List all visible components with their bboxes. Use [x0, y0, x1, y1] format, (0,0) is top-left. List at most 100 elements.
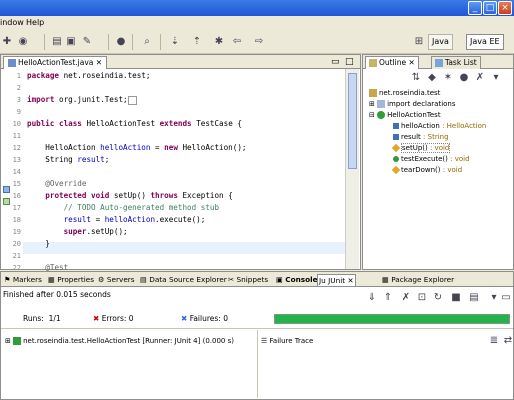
- tab-outline[interactable]: Outline ✕: [365, 56, 419, 69]
- tab-markers[interactable]: ⚑ Markers: [3, 274, 43, 286]
- protected-method-icon: [391, 143, 401, 153]
- errors-label: Errors:: [101, 314, 127, 323]
- tab-task-list[interactable]: Task List: [431, 56, 481, 69]
- line-number: 20: [12, 240, 21, 248]
- code-line-10: public class HelloActionTest extends Tes…: [27, 119, 242, 128]
- outline-item-label: tearDown(): [401, 166, 441, 174]
- tab-data-source-explorer[interactable]: ▤ Data Source Explorer: [139, 274, 228, 286]
- outline-item-package[interactable]: net.roseindia.test: [369, 88, 440, 98]
- error-icon: ✖: [93, 314, 100, 323]
- open-perspective-icon[interactable]: ⊞: [412, 35, 426, 49]
- outline-item-field[interactable]: result : String: [393, 132, 449, 142]
- show-failures-only-icon[interactable]: ✗: [399, 291, 413, 305]
- tab-junit[interactable]: Ju JUnit ✕: [317, 274, 356, 286]
- editor-scroll-thumb[interactable]: [348, 73, 357, 169]
- tab-dse-label: Data Source Explorer: [149, 275, 227, 284]
- code-line-20: }: [27, 239, 50, 248]
- window-title-bar: _ □ ×: [0, 0, 514, 16]
- compare-result-icon[interactable]: ⇄: [501, 334, 514, 348]
- pen-icon[interactable]: ✎: [80, 35, 94, 49]
- outline-item-field[interactable]: helloAction : HelloAction: [393, 121, 486, 131]
- outline-item-method[interactable]: tearDown() : void: [391, 165, 463, 175]
- editor-tab-hellaactiontest[interactable]: HelloActionTest.java ✕: [3, 56, 108, 69]
- menu-window[interactable]: indow: [0, 17, 24, 29]
- outline-item-type: : void: [442, 166, 463, 174]
- tab-package-explorer-label: Package Explorer: [391, 275, 455, 284]
- next-failure-icon[interactable]: ⇓: [365, 291, 379, 305]
- line-number: 2: [16, 84, 21, 92]
- globe-icon[interactable]: ●: [114, 35, 128, 49]
- code-line-12: HelloAction helloAction = new HelloActio…: [27, 143, 247, 152]
- forward-icon[interactable]: ⇨: [252, 35, 266, 49]
- line-number: 1: [16, 72, 21, 80]
- tab-package-explorer[interactable]: ▦ Package Explorer: [381, 274, 455, 286]
- view-menu-icon[interactable]: ▾: [489, 71, 503, 85]
- failure-trace-icon: ☰: [261, 337, 268, 345]
- run-menu-icon[interactable]: ◉: [16, 35, 30, 49]
- line-number-gutter: 1 2 3 9 10 11 12 13 14 15 16 17 18 19 20…: [1, 69, 23, 272]
- back-icon[interactable]: ⇦: [230, 35, 244, 49]
- prev-failure-icon[interactable]: ⇑: [381, 291, 395, 305]
- minimize-panel-icon[interactable]: ▭: [499, 291, 513, 305]
- stop-icon[interactable]: ■: [449, 291, 463, 305]
- code-editor[interactable]: HelloActionTest.java ✕ ▭ □ 1 2 3 9 10 11…: [0, 54, 361, 272]
- search-icon[interactable]: ⌕: [140, 35, 154, 49]
- tab-console[interactable]: ▣ Console: [275, 274, 319, 286]
- prev-annotation-icon[interactable]: ⇡: [190, 35, 204, 49]
- task-list-icon: [435, 59, 443, 67]
- open-project-icon[interactable]: ▤: [50, 35, 64, 49]
- outline-view: Outline ✕ Task List ⇅ ◆ ✶ ● ✗ ▾ net.rose…: [362, 54, 514, 270]
- menu-bar: indow Help: [0, 16, 514, 30]
- line-number: 21: [12, 252, 21, 260]
- outline-item-method[interactable]: testExecute() : void: [393, 154, 470, 164]
- hide-local-types-icon[interactable]: ✗: [473, 71, 487, 85]
- line-number: 3: [16, 96, 21, 104]
- hide-nonpublic-icon[interactable]: ●: [457, 71, 471, 85]
- perspective-javaee[interactable]: Java EE: [466, 34, 504, 50]
- outline-item-method[interactable]: setUp() : void: [391, 143, 451, 153]
- filter-stack-icon[interactable]: ≣: [487, 334, 501, 348]
- tab-junit-label: JUnit: [328, 276, 346, 285]
- outline-item-imports[interactable]: ⊞ import declarations: [369, 99, 456, 109]
- hide-static-icon[interactable]: ✶: [441, 71, 455, 85]
- task-marker-icon[interactable]: [3, 198, 10, 205]
- editor-tab-label: HelloActionTest.java: [18, 58, 94, 67]
- close-button[interactable]: ×: [498, 1, 512, 15]
- outline-item-class[interactable]: ⊟ HelloActionTest: [369, 110, 441, 120]
- line-number: 19: [12, 228, 21, 236]
- tab-snippets[interactable]: ✂ Snippets: [227, 274, 269, 286]
- editor-vertical-scrollbar[interactable]: [345, 69, 359, 269]
- editor-tab-bar: HelloActionTest.java ✕ ▭ □: [1, 55, 360, 69]
- field-icon: [393, 134, 399, 140]
- test-tree[interactable]: ⊞ net.roseindia.test.HelloActionTest [Ru…: [3, 334, 255, 398]
- next-annotation-icon[interactable]: ⇣: [168, 35, 182, 49]
- errors-counter: ✖ Errors: 0: [93, 314, 134, 324]
- perspective-java[interactable]: Java: [428, 34, 453, 50]
- scroll-lock-icon[interactable]: ⊡: [415, 291, 429, 305]
- last-edit-icon[interactable]: ✱: [212, 35, 226, 49]
- maximize-editor-icon[interactable]: □: [345, 57, 354, 67]
- tab-properties[interactable]: ▦ Properties: [47, 274, 95, 286]
- history-icon[interactable]: ▤: [467, 291, 481, 305]
- hide-fields-icon[interactable]: ◆: [425, 71, 439, 85]
- test-tree-item[interactable]: ⊞ net.roseindia.test.HelloActionTest [Ru…: [5, 336, 234, 346]
- tab-servers[interactable]: ⚙ Servers: [97, 274, 136, 286]
- java-file-icon: [8, 59, 16, 67]
- sort-icon[interactable]: ⇅: [409, 71, 423, 85]
- rerun-icon[interactable]: ↻: [431, 291, 445, 305]
- code-line-18: result = helloAction.execute();: [63, 215, 206, 224]
- new-icon[interactable]: ✚: [0, 35, 14, 49]
- code-area[interactable]: package net.roseindia.test; import org.j…: [23, 69, 345, 272]
- menu-help[interactable]: Help: [26, 17, 44, 29]
- override-marker-icon[interactable]: [3, 186, 10, 193]
- failure-trace-header: ☰ Failure Trace: [261, 336, 313, 346]
- minimize-button[interactable]: _: [468, 1, 482, 15]
- open-type-icon[interactable]: ▣: [64, 35, 78, 49]
- code-line-13: String result;: [27, 155, 110, 164]
- minimize-editor-icon[interactable]: ▭: [331, 57, 340, 67]
- maximize-button[interactable]: □: [483, 1, 497, 15]
- test-entry-label: net.roseindia.test.HelloActionTest [Runn…: [23, 337, 234, 345]
- tab-properties-label: Properties: [57, 275, 95, 284]
- line-number: 18: [12, 216, 21, 224]
- bottom-tab-bar: ⚑ Markers ▦ Properties ⚙ Servers ▤ Data …: [1, 272, 513, 287]
